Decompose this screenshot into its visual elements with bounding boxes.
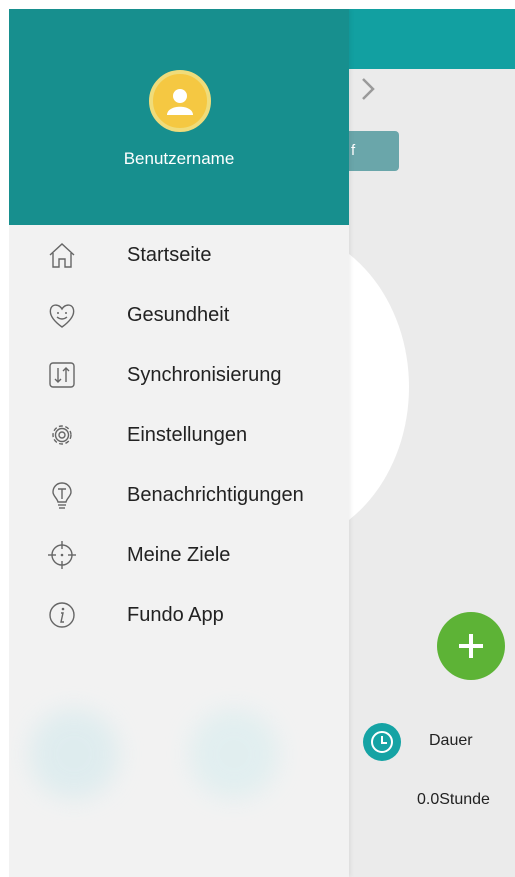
clock-icon bbox=[363, 723, 401, 761]
duration-label: Dauer bbox=[429, 732, 473, 749]
info-icon bbox=[45, 598, 79, 632]
gear-icon bbox=[45, 418, 79, 452]
menu-item-label: Fundo App bbox=[127, 603, 224, 626]
menu-item-startseite[interactable]: Startseite bbox=[9, 225, 349, 285]
menu-item-label: Einstellungen bbox=[127, 423, 248, 446]
menu-item-label: Startseite bbox=[127, 243, 212, 266]
background-button-label: f bbox=[351, 142, 356, 159]
lightbulb-icon bbox=[45, 478, 79, 512]
navigation-drawer: Benutzername Startseite Gesundheit Synch… bbox=[9, 9, 349, 877]
menu-item-fundo-app[interactable]: Fundo App bbox=[9, 585, 349, 645]
menu-item-label: Benachrichtigungen bbox=[127, 483, 304, 506]
drawer-menu: Startseite Gesundheit Synchronisierung E… bbox=[9, 225, 349, 645]
menu-item-einstellungen[interactable]: Einstellungen bbox=[9, 405, 349, 465]
plus-icon bbox=[459, 634, 483, 658]
menu-item-meine-ziele[interactable]: Meine Ziele bbox=[9, 525, 349, 585]
avatar[interactable] bbox=[149, 70, 211, 132]
menu-item-label: Meine Ziele bbox=[127, 543, 231, 566]
sync-icon bbox=[45, 358, 79, 392]
menu-item-gesundheit[interactable]: Gesundheit bbox=[9, 285, 349, 345]
app-screen: f Dauer 0.0Stunde Benutzername Startseit… bbox=[9, 9, 515, 877]
user-icon bbox=[167, 89, 193, 115]
menu-item-synchronisierung[interactable]: Synchronisierung bbox=[9, 345, 349, 405]
decorative-blur bbox=[29, 709, 119, 799]
home-icon bbox=[45, 238, 79, 272]
menu-item-benachrichtigungen[interactable]: Benachrichtigungen bbox=[9, 465, 349, 525]
add-button[interactable] bbox=[437, 612, 505, 680]
target-icon bbox=[45, 538, 79, 572]
heart-icon bbox=[45, 298, 79, 332]
username: Benutzername bbox=[123, 149, 235, 168]
decorative-blur bbox=[189, 709, 279, 799]
chevron-right-icon[interactable] bbox=[355, 71, 379, 107]
menu-item-label: Synchronisierung bbox=[127, 363, 282, 386]
menu-item-label: Gesundheit bbox=[127, 303, 230, 326]
drawer-header: Benutzername bbox=[9, 9, 349, 225]
duration-value: 0.0Stunde bbox=[417, 791, 490, 808]
